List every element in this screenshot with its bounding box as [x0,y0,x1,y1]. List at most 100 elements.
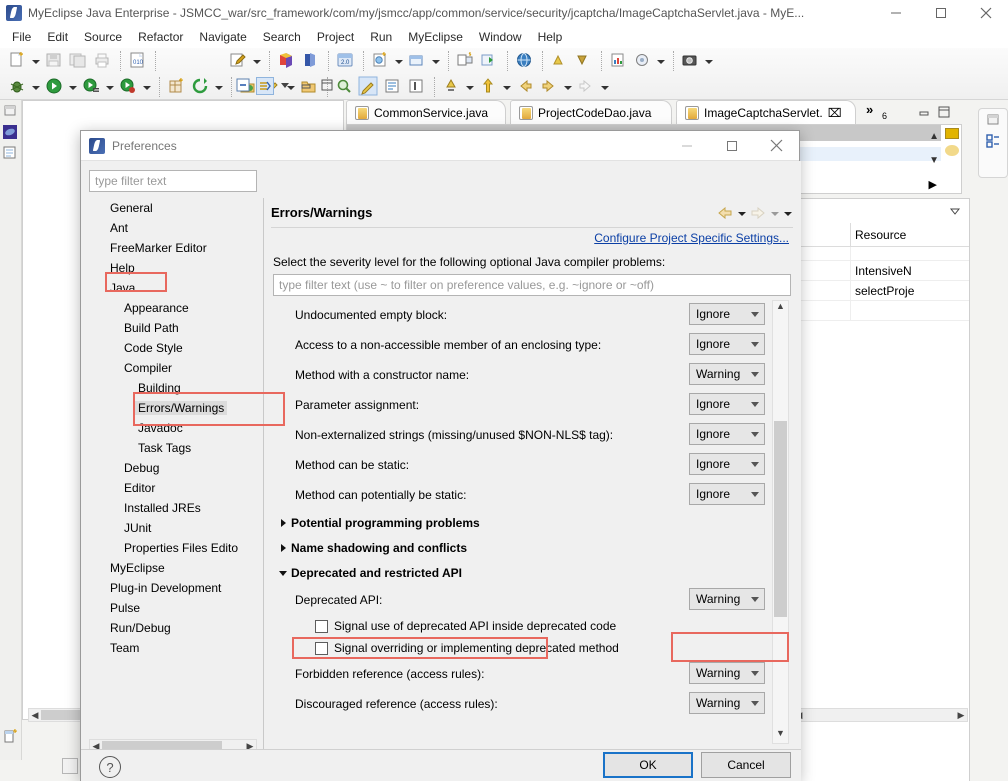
tree-node-java[interactable]: Java [89,278,257,298]
editor-tab-projectcodedao[interactable]: ProjectCodeDao.java [510,100,672,124]
menu-navigate[interactable]: Navigate [191,28,254,46]
run-profile-icon[interactable] [118,76,140,98]
camera-dropdown-icon[interactable] [703,50,714,72]
preferences-icon[interactable] [632,50,654,72]
close-icon[interactable] [754,131,799,161]
run-profile-dropdown-icon[interactable] [141,76,152,98]
options-vscrollbar[interactable]: ▲ ▼ [772,300,789,744]
close-icon[interactable] [963,0,1008,26]
tree-node-ant[interactable]: Ant [89,218,257,238]
tree-node-team[interactable]: Team [89,638,257,658]
group-deprecated-and-restricted-api[interactable]: Deprecated and restricted API [273,560,791,585]
tree-node-run-debug[interactable]: Run/Debug [89,618,257,638]
preferences-dropdown-icon[interactable] [655,50,666,72]
refresh-dropdown-icon[interactable] [213,76,224,98]
editor-maximize-icon[interactable] [936,104,952,123]
cancel-button[interactable]: Cancel [701,752,791,778]
tree-node-help[interactable]: Help [89,258,257,278]
search-history-icon[interactable] [455,50,477,72]
scroll-left-icon[interactable]: ◀ [29,710,41,721]
group-name-shadowing-and-conflicts[interactable]: Name shadowing and conflicts [273,535,791,560]
scroll-up-icon[interactable]: ▲ [929,131,939,142]
menu-refactor[interactable]: Refactor [130,28,191,46]
last-edit-location-icon[interactable] [478,76,500,98]
tree-filter-input[interactable]: type filter text [89,170,257,192]
tree-node-errors-warnings[interactable]: Errors/Warnings [89,398,257,418]
debug-icon[interactable] [7,76,29,98]
tree-node-code-style[interactable]: Code Style [89,338,257,358]
severity-combo[interactable]: Ignore [689,393,765,415]
tree-node-installed-jres[interactable]: Installed JREs [89,498,257,518]
restore-view-icon[interactable] [985,112,1003,130]
table-row[interactable]: IntensiveN [791,261,969,281]
options-filter-input[interactable]: type filter text (use ~ to filter on pre… [273,274,791,296]
previous-annotation-icon[interactable] [573,50,595,72]
warning-overview-marker[interactable] [945,145,959,156]
forward-navigation-dropdown-icon[interactable] [562,76,573,98]
package-explorer-fastview-icon[interactable] [2,145,20,163]
next-marker-icon[interactable] [441,76,463,98]
menu-file[interactable]: File [4,28,39,46]
new-view-icon[interactable] [2,728,22,748]
new-wizard-icon[interactable] [7,50,29,72]
menu-run[interactable]: Run [362,28,400,46]
next-annotation-icon[interactable] [549,50,571,72]
outline-view-icon[interactable] [985,133,1003,151]
tree-node-debug[interactable]: Debug [89,458,257,478]
run-last-icon[interactable] [479,50,501,72]
menu-project[interactable]: Project [309,28,362,46]
tree-node-properties-files-editor[interactable]: Properties Files Edito [89,538,257,558]
minimize-icon[interactable] [873,0,918,26]
severity-combo[interactable]: Ignore [689,453,765,475]
checkbox-signal-overriding-deprecated-method[interactable]: Signal overriding or implementing deprec… [273,637,791,659]
severity-combo[interactable]: Ignore [689,483,765,505]
menu-myeclipse[interactable]: MyEclipse [400,28,471,46]
minimize-icon[interactable] [664,131,709,161]
view-menu-icon[interactable] [947,203,963,222]
severity-combo[interactable]: Ignore [689,303,765,325]
editor-tab-imagecaptchaservlet[interactable]: ImageCaptchaServlet. ⌧ [676,100,856,124]
debug-dropdown-icon[interactable] [30,76,41,98]
tree-node-appearance[interactable]: Appearance [89,298,257,318]
scroll-down-icon[interactable]: ▼ [773,728,788,743]
open-type-icon[interactable] [228,50,250,72]
show-whitespace-icon[interactable] [382,76,404,98]
maximize-icon[interactable] [918,0,963,26]
severity-combo[interactable]: Warning [689,662,765,684]
ok-button[interactable]: OK [603,752,693,778]
menu-search[interactable]: Search [255,28,309,46]
editor-tab-overflow-icon[interactable]: » [866,102,873,117]
svn-hscrollbar[interactable]: ◀ ▶ [792,708,968,722]
new-package-icon[interactable] [407,50,429,72]
new-report-icon[interactable] [608,50,630,72]
open-web-icon[interactable] [514,50,536,72]
back-navigation-icon[interactable] [515,76,537,98]
camera-icon[interactable] [680,50,702,72]
tree-node-editor[interactable]: Editor [89,478,257,498]
run-external-tools-icon[interactable] [81,76,103,98]
tree-node-myeclipse[interactable]: MyEclipse [89,558,257,578]
new-wizard-dropdown-icon[interactable] [30,50,41,72]
minimize-icon[interactable] [298,77,316,95]
group-potential-programming-problems[interactable]: Potential programming problems [273,510,791,535]
error-overview-marker[interactable] [945,128,959,139]
block-selection-icon[interactable] [406,76,428,98]
severity-combo[interactable]: Warning [689,363,765,385]
collapse-all-icon[interactable] [235,77,253,95]
editor-hscroll-right-icon[interactable]: ▶ [929,178,937,191]
severity-combo[interactable]: Warning [689,692,765,714]
back-dropdown-icon[interactable] [736,205,747,221]
scroll-thumb[interactable] [774,421,787,617]
new-project-wizard-icon[interactable] [276,50,298,72]
new-java-class-dropdown-icon[interactable] [393,50,404,72]
scroll-right-icon[interactable]: ▶ [955,710,967,721]
close-icon[interactable]: ⌧ [828,106,842,120]
editor-tab-commonservice[interactable]: CommonService.java [346,100,506,124]
maximize-icon[interactable] [709,131,754,161]
tree-node-freemarker-editor[interactable]: FreeMarker Editor [89,238,257,258]
deploy-icon[interactable] [300,50,322,72]
checkbox-signal-use-deprecated-api[interactable]: Signal use of deprecated API inside depr… [273,615,791,637]
open-type-dropdown-icon[interactable] [251,50,262,72]
restore-perspective-icon[interactable] [2,103,20,121]
tree-node-pulse[interactable]: Pulse [89,598,257,618]
